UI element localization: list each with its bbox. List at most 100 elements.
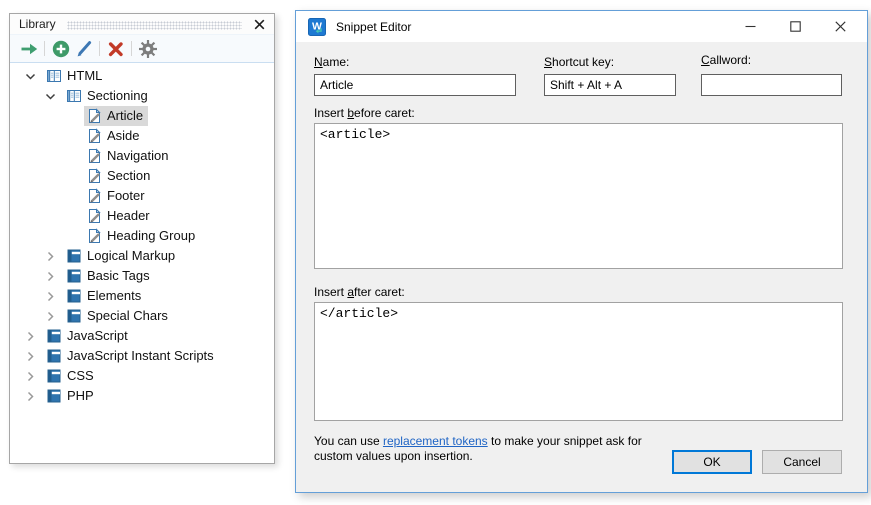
chevron-collapsed-icon[interactable]	[23, 389, 44, 404]
snippet-tree: HTMLSectioningArticleAsideNavigationSect…	[10, 63, 274, 406]
tree-item-label: Navigation	[107, 146, 168, 166]
chevron-collapsed-icon[interactable]	[43, 309, 64, 324]
tree-item-label: Header	[107, 206, 150, 226]
tree-item-content[interactable]: Basic Tags	[64, 266, 155, 286]
tree-item-label: PHP	[67, 386, 94, 406]
tree-item-logical-markup[interactable]: Logical Markup	[10, 246, 274, 266]
tree-item-content[interactable]: Sectioning	[64, 86, 153, 106]
tree-item-label: Footer	[107, 186, 145, 206]
tree-item-aside[interactable]: Aside	[10, 126, 274, 146]
chevron-collapsed-icon[interactable]	[43, 269, 64, 284]
tree-item-header[interactable]: Header	[10, 206, 274, 226]
open-book-icon	[46, 68, 62, 84]
tree-item-content[interactable]: Aside	[84, 126, 145, 146]
tree-item-content[interactable]: Elements	[64, 286, 146, 306]
tree-item-content[interactable]: Header	[84, 206, 155, 226]
callword-field[interactable]	[701, 74, 842, 96]
insert-after-caret-label: Insert after caret:	[314, 285, 405, 299]
tree-item-content[interactable]: Special Chars	[64, 306, 173, 326]
tree-item-basic-tags[interactable]: Basic Tags	[10, 266, 274, 286]
tree-item-content[interactable]: Logical Markup	[64, 246, 180, 266]
maximize-button[interactable]	[773, 11, 818, 42]
callword-label: Callword:	[701, 53, 751, 67]
chevron-spacer	[63, 129, 84, 144]
tree-item-navigation[interactable]: Navigation	[10, 146, 274, 166]
snippet-icon	[86, 108, 102, 124]
tree-item-article[interactable]: Article	[10, 106, 274, 126]
open-book-icon	[66, 88, 82, 104]
note-line2: custom values upon insertion.	[314, 449, 674, 464]
close-button[interactable]	[818, 11, 863, 42]
snippet-icon	[86, 228, 102, 244]
tree-item-content[interactable]: JavaScript Instant Scripts	[44, 346, 219, 366]
insert-before-caret-textarea[interactable]: <article>	[314, 123, 843, 269]
minimize-button[interactable]	[728, 11, 773, 42]
toolbar-separator	[131, 41, 132, 56]
tree-item-content[interactable]: Heading Group	[84, 226, 200, 246]
tree-item-content[interactable]: Footer	[84, 186, 150, 206]
maximize-icon	[790, 21, 801, 32]
name-field[interactable]	[314, 74, 516, 96]
tree-item-selected-content[interactable]: Article	[84, 106, 148, 126]
tree-item-content[interactable]: JavaScript	[44, 326, 133, 346]
replacement-tokens-note: You can use replacement tokens to make y…	[314, 434, 674, 464]
chevron-collapsed-icon[interactable]	[23, 329, 44, 344]
tree-item-content[interactable]: CSS	[44, 366, 99, 386]
tree-item-content[interactable]: HTML	[44, 66, 107, 86]
tree-item-special-chars[interactable]: Special Chars	[10, 306, 274, 326]
chevron-collapsed-icon[interactable]	[23, 349, 44, 364]
chevron-spacer	[63, 229, 84, 244]
add-snippet-button[interactable]	[49, 37, 72, 60]
add-icon	[51, 39, 71, 59]
tree-item-content[interactable]: Navigation	[84, 146, 173, 166]
snippet-icon	[86, 188, 102, 204]
chevron-spacer	[63, 149, 84, 164]
edit-snippet-button[interactable]	[72, 37, 95, 60]
tree-item-content[interactable]: PHP	[44, 386, 99, 406]
tree-item-footer[interactable]: Footer	[10, 186, 274, 206]
tree-item-label: JavaScript Instant Scripts	[67, 346, 214, 366]
replacement-tokens-link[interactable]: replacement tokens	[383, 434, 488, 448]
chevron-collapsed-icon[interactable]	[43, 249, 64, 264]
tree-item-elements[interactable]: Elements	[10, 286, 274, 306]
shortcut-key-field[interactable]	[544, 74, 676, 96]
chevron-expanded-icon[interactable]	[43, 89, 64, 104]
tree-item-label: JavaScript	[67, 326, 128, 346]
tree-item-javascript-instant-scripts[interactable]: JavaScript Instant Scripts	[10, 346, 274, 366]
close-icon	[835, 21, 846, 32]
tree-item-label: Heading Group	[107, 226, 195, 246]
insert-arrow-icon	[19, 39, 39, 59]
tree-item-php[interactable]: PHP	[10, 386, 274, 406]
closed-book-icon	[46, 348, 62, 364]
library-panel-header: Library	[10, 14, 274, 34]
tree-item-css[interactable]: CSS	[10, 366, 274, 386]
dialog-content: Name: Shortcut key: Callword: Insert bef…	[296, 42, 867, 492]
tree-item-heading-group[interactable]: Heading Group	[10, 226, 274, 246]
toolbar-separator	[44, 41, 45, 56]
dialog-title: Snippet Editor	[336, 20, 411, 34]
tree-item-label: HTML	[67, 66, 102, 86]
cancel-button[interactable]: Cancel	[762, 450, 842, 474]
panel-drag-grip[interactable]	[67, 21, 242, 30]
dialog-titlebar[interactable]: W Snippet Editor	[296, 11, 867, 42]
delete-snippet-button[interactable]	[104, 37, 127, 60]
tree-item-html[interactable]: HTML	[10, 66, 274, 86]
tree-item-section[interactable]: Section	[10, 166, 274, 186]
ok-button[interactable]: OK	[672, 450, 752, 474]
chevron-spacer	[63, 189, 84, 204]
tree-item-sectioning[interactable]: Sectioning	[10, 86, 274, 106]
tree-item-javascript[interactable]: JavaScript	[10, 326, 274, 346]
chevron-collapsed-icon[interactable]	[43, 289, 64, 304]
panel-close-button[interactable]	[252, 17, 266, 31]
snippet-icon	[86, 208, 102, 224]
insert-after-caret-textarea[interactable]: </article>	[314, 302, 843, 421]
chevron-expanded-icon[interactable]	[23, 69, 44, 84]
chevron-collapsed-icon[interactable]	[23, 369, 44, 384]
edit-pencil-icon	[74, 39, 94, 59]
tree-item-label: Elements	[87, 286, 141, 306]
settings-button[interactable]	[136, 37, 159, 60]
snippet-editor-dialog: W Snippet Editor Name: Shortcut key: Cal…	[295, 10, 868, 493]
insert-snippet-button[interactable]	[17, 37, 40, 60]
tree-item-label: Aside	[107, 126, 140, 146]
tree-item-content[interactable]: Section	[84, 166, 155, 186]
